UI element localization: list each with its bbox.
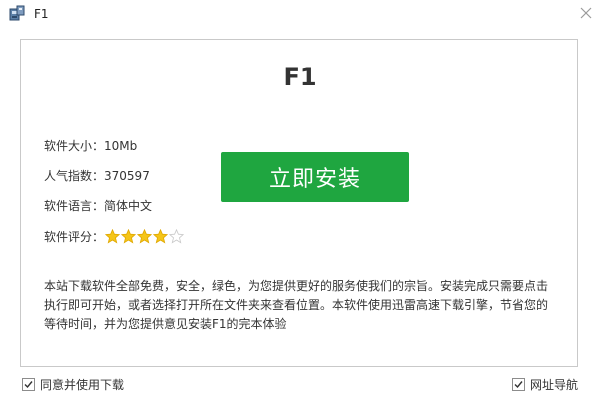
star-filled-icon — [153, 229, 169, 244]
agree-label: 同意并使用下载 — [40, 377, 125, 392]
main-panel: F1 软件大小：10Mb 人气指数：370597 软件语言：简体中文 软件评分：… — [20, 39, 578, 367]
nav-checkbox[interactable] — [512, 377, 525, 391]
nav-label: 网址导航 — [530, 377, 579, 392]
size-value: 10Mb — [104, 139, 138, 153]
language-label: 软件语言： — [44, 199, 105, 213]
info-rating-row: 软件评分： — [44, 229, 185, 245]
agree-checkbox[interactable] — [22, 377, 35, 391]
rating-stars — [105, 229, 185, 244]
checkmark-icon — [24, 380, 33, 388]
popularity-value: 370597 — [104, 169, 150, 183]
product-title: F1 — [283, 63, 317, 91]
rating-label: 软件评分： — [44, 230, 105, 244]
size-label: 软件大小： — [44, 139, 105, 153]
window-title: F1 — [34, 7, 49, 21]
nav-checkbox-row[interactable]: 网址导航 — [512, 376, 578, 392]
popularity-label: 人气指数： — [44, 169, 105, 183]
info-language-row: 软件语言：简体中文 — [44, 198, 152, 214]
star-filled-icon — [137, 229, 153, 244]
language-value: 简体中文 — [104, 199, 153, 213]
close-icon — [580, 4, 592, 23]
star-filled-icon — [105, 229, 121, 244]
close-button[interactable] — [576, 3, 596, 23]
installer-package-icon — [9, 5, 25, 21]
checkmark-icon — [514, 380, 523, 388]
title-bar: F1 — [0, 0, 600, 28]
info-size-row: 软件大小：10Mb — [44, 138, 137, 154]
agree-checkbox-row[interactable]: 同意并使用下载 — [22, 376, 124, 392]
star-filled-icon — [121, 229, 137, 244]
info-popularity-row: 人气指数：370597 — [44, 168, 150, 184]
description-text: 本站下载软件全部免费，安全，绿色，为您提供更好的服务使我们的宗旨。安装完成只需要… — [44, 279, 549, 331]
star-empty-icon — [169, 229, 185, 244]
install-now-button[interactable]: 立即安装 — [221, 152, 409, 202]
